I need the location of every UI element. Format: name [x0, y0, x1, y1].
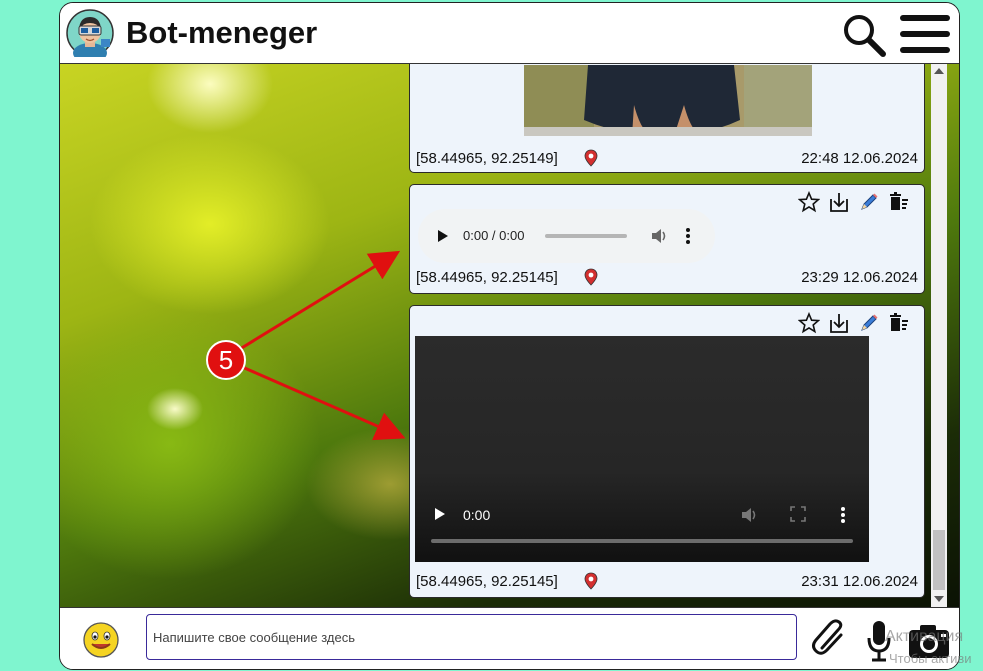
star-icon[interactable] — [798, 191, 820, 213]
edit-pencil-icon[interactable] — [858, 312, 880, 334]
message-audio: 0:00 / 0:00 [58.44965, 92.25145] 23:29 1… — [409, 184, 925, 294]
message-coords: [58.44965, 92.25145] — [416, 269, 558, 286]
chat-area: [58.44965, 92.25149] 22:48 12.06.2024 0:… — [60, 64, 959, 607]
audio-progress-track[interactable] — [545, 234, 627, 238]
header: Bot-meneger — [60, 3, 959, 64]
message-coords: [58.44965, 92.25145] — [416, 573, 558, 590]
photo-attachment[interactable] — [524, 65, 812, 136]
delete-icon[interactable] — [888, 191, 910, 213]
app-window: Bot-meneger [58.44965, 92.25149] 22:48 1… — [59, 2, 960, 670]
scroll-up-arrow[interactable] — [934, 68, 944, 74]
paperclip-icon[interactable] — [810, 618, 850, 658]
message-photo: [58.44965, 92.25149] 22:48 12.06.2024 — [409, 64, 925, 173]
bot-avatar[interactable] — [66, 9, 114, 57]
scroll-down-arrow[interactable] — [934, 596, 944, 602]
more-options-icon[interactable] — [685, 227, 691, 245]
volume-icon[interactable] — [650, 227, 670, 245]
star-icon[interactable] — [798, 312, 820, 334]
delete-icon[interactable] — [888, 312, 910, 334]
message-list: [58.44965, 92.25149] 22:48 12.06.2024 0:… — [409, 64, 927, 607]
message-coords: [58.44965, 92.25149] — [416, 150, 558, 167]
hamburger-menu-icon[interactable] — [898, 11, 952, 59]
app-title: Bot-meneger — [126, 15, 318, 50]
footer — [60, 607, 959, 669]
os-activation-watermark-sub: Чтобы активи — [889, 651, 972, 666]
photo-image — [524, 65, 812, 136]
video-player[interactable]: 0:00 — [415, 336, 869, 562]
play-icon[interactable] — [433, 506, 447, 522]
message-video: 0:00 [58.44965, 92.25145] 23:31 12.06.20… — [409, 305, 925, 598]
message-time: 22:48 12.06.2024 — [801, 150, 918, 167]
video-time: 0:00 — [463, 507, 491, 523]
message-actions — [798, 191, 910, 213]
location-pin-icon[interactable] — [584, 268, 598, 286]
arrow-to-video — [239, 364, 406, 441]
search-icon[interactable] — [840, 11, 888, 59]
fullscreen-icon[interactable] — [790, 506, 806, 522]
message-time: 23:29 12.06.2024 — [801, 269, 918, 286]
audio-time: 0:00 / 0:00 — [463, 228, 525, 243]
play-icon[interactable] — [436, 228, 450, 244]
emoji-icon[interactable] — [82, 621, 120, 659]
arrow-to-audio — [239, 250, 401, 351]
location-pin-icon[interactable] — [584, 572, 598, 590]
message-time: 23:31 12.06.2024 — [801, 573, 918, 590]
chat-scrollbar[interactable] — [931, 64, 947, 607]
location-pin-icon[interactable] — [584, 149, 598, 167]
download-icon[interactable] — [828, 191, 850, 213]
more-options-icon[interactable] — [840, 506, 846, 524]
message-actions — [798, 312, 910, 334]
audio-player: 0:00 / 0:00 — [418, 209, 715, 263]
edit-pencil-icon[interactable] — [858, 191, 880, 213]
annotation-badge: 5 — [206, 340, 246, 380]
volume-icon[interactable] — [740, 506, 760, 524]
video-progress-track[interactable] — [431, 539, 853, 543]
message-input[interactable] — [146, 614, 797, 660]
download-icon[interactable] — [828, 312, 850, 334]
scroll-thumb[interactable] — [933, 530, 945, 590]
os-activation-watermark: Активация — [885, 628, 964, 645]
